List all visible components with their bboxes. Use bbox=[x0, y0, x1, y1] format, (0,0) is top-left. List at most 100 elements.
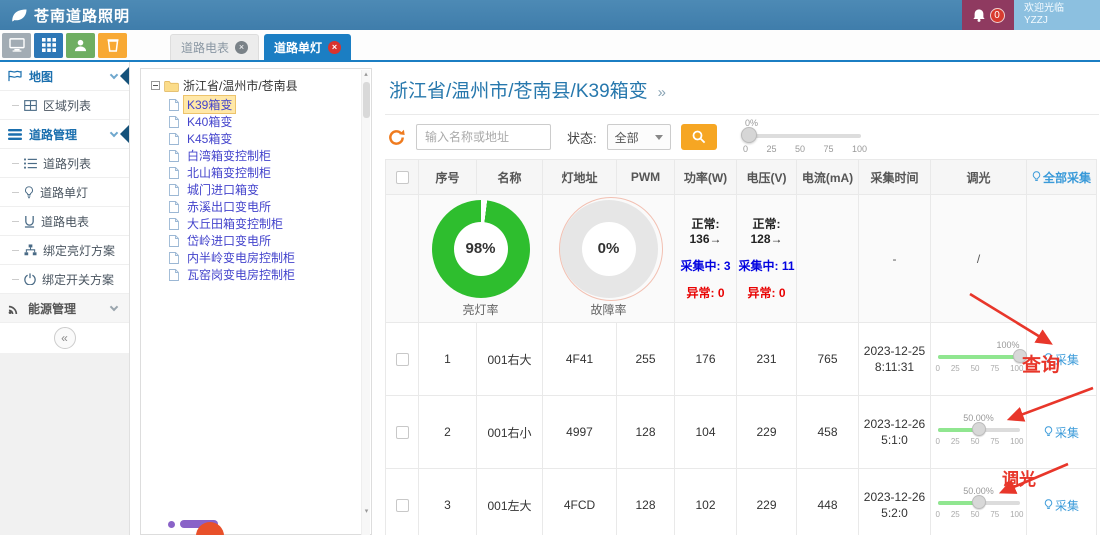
row-checkbox[interactable] bbox=[396, 426, 409, 439]
file-icon bbox=[169, 252, 179, 264]
summary-checkbox-cell bbox=[385, 195, 419, 323]
voltage-normal-stat: 正常: 128→ bbox=[750, 217, 782, 247]
pwm-cell: 255 bbox=[617, 323, 675, 396]
bulb-icon bbox=[1044, 499, 1053, 511]
tree-item[interactable]: 白湾箱变控制柜 bbox=[169, 147, 361, 164]
sidebar-collapse-button[interactable]: « bbox=[54, 327, 76, 349]
pwm-cell: 128 bbox=[617, 396, 675, 469]
header-power: 功率(W) bbox=[675, 159, 737, 195]
dim-slider-track[interactable] bbox=[938, 355, 1020, 359]
bulb-icon bbox=[1044, 426, 1053, 438]
master-slider-track[interactable] bbox=[743, 134, 861, 138]
status-select[interactable]: 全部 bbox=[607, 124, 671, 150]
monitor-button[interactable] bbox=[2, 33, 31, 58]
tree-scrollbar[interactable]: ▴ ▾ bbox=[361, 70, 370, 535]
power-icon bbox=[24, 273, 36, 285]
search-input[interactable] bbox=[416, 124, 551, 150]
tree-item[interactable]: K40箱变 bbox=[169, 113, 361, 130]
active-triangle-marker bbox=[120, 125, 129, 143]
scroll-down-icon[interactable]: ▾ bbox=[362, 507, 371, 515]
row-checkbox-cell bbox=[385, 323, 419, 396]
table-row: 3 001左大 4FCD 128 102 229 448 2023-12-265… bbox=[385, 469, 1099, 535]
sidebar-item-road-management[interactable]: 道路管理 bbox=[0, 120, 129, 149]
search-button[interactable] bbox=[681, 124, 717, 150]
header-name: 名称 bbox=[477, 159, 543, 195]
breadcrumb-arrow[interactable]: » bbox=[658, 84, 666, 101]
sitemap-icon bbox=[24, 244, 37, 256]
sidebar-item-region-list[interactable]: 区域列表 bbox=[0, 91, 129, 120]
scroll-thumb[interactable] bbox=[363, 82, 370, 118]
tab-label: 道路单灯 bbox=[274, 39, 322, 56]
sidebar-item-road-meter[interactable]: 道路电表 bbox=[0, 207, 129, 236]
caret-down-icon bbox=[655, 135, 663, 140]
dim-slider-handle[interactable] bbox=[1013, 349, 1027, 363]
dim-cell: 50.00% 0255075100 bbox=[931, 396, 1027, 469]
tree-item[interactable]: 城门进口箱变 bbox=[169, 181, 361, 198]
purple-dot-decoration bbox=[168, 521, 175, 528]
tree-item[interactable]: 岱岭进口变电所 bbox=[169, 232, 361, 249]
file-icon bbox=[169, 218, 179, 230]
refresh-icon[interactable] bbox=[387, 128, 406, 147]
tree-item[interactable]: K39箱变 bbox=[169, 96, 361, 113]
master-slider-handle[interactable] bbox=[741, 127, 757, 143]
notifications-button[interactable]: 0 bbox=[962, 0, 1014, 30]
fault-donut-outline bbox=[559, 197, 663, 301]
lighting-rate-cell: 98% 亮灯率 bbox=[419, 195, 543, 323]
tree-item[interactable]: 内半岭变电房控制柜 bbox=[169, 249, 361, 266]
collect-all-button[interactable]: 全部采集 bbox=[1032, 169, 1091, 186]
tree-item[interactable]: 赤溪出口变电所 bbox=[169, 198, 361, 215]
user-button[interactable] bbox=[66, 33, 95, 58]
dim-slider-handle[interactable] bbox=[972, 495, 986, 509]
map-flag-icon bbox=[8, 70, 22, 82]
tab-close-icon[interactable]: × bbox=[328, 41, 341, 54]
tab-road-single-lamp[interactable]: 道路单灯 × bbox=[264, 34, 351, 60]
dim-slider-ticks: 0255075100 bbox=[936, 510, 1024, 519]
sidebar-item-bind-lighting-plan[interactable]: 绑定亮灯方案 bbox=[0, 236, 129, 265]
dim-slider[interactable]: 50.00% 0255075100 bbox=[938, 488, 1020, 522]
tree-item[interactable]: K45箱变 bbox=[169, 130, 361, 147]
file-icon bbox=[169, 99, 179, 111]
sidebar-item-energy-management[interactable]: 能源管理 bbox=[0, 294, 129, 323]
dim-slider[interactable]: 50.00% 0255075100 bbox=[938, 415, 1020, 449]
row-checkbox[interactable] bbox=[396, 353, 409, 366]
trash-icon bbox=[107, 38, 119, 52]
fault-rate-donut: 0% bbox=[560, 200, 658, 298]
sidebar-item-road-list[interactable]: 道路列表 bbox=[0, 149, 129, 178]
master-dim-slider[interactable]: 0% 0255075100 bbox=[743, 118, 871, 158]
toolbar: 状态: 全部 0% 0255075100 bbox=[385, 115, 1099, 159]
power-collecting-stat: 采集中: 3 bbox=[680, 257, 730, 274]
trash-button[interactable] bbox=[98, 33, 127, 58]
current-cell: 448 bbox=[797, 469, 859, 535]
collect-button[interactable]: 采集 bbox=[1044, 351, 1079, 368]
collect-button[interactable]: 采集 bbox=[1044, 497, 1079, 514]
lighting-rate-label: 亮灯率 bbox=[462, 301, 498, 318]
dim-slider[interactable]: 100% 0255075100 bbox=[938, 342, 1020, 376]
collapse-minus-icon[interactable] bbox=[151, 81, 160, 90]
grid-button[interactable] bbox=[34, 33, 63, 58]
tab-close-icon[interactable]: × bbox=[235, 41, 248, 54]
user-welcome[interactable]: 欢迎光临 YZZJ bbox=[1014, 0, 1100, 30]
file-icon bbox=[169, 184, 179, 196]
table-row: 2 001右小 4997 128 104 229 458 2023-12-265… bbox=[385, 396, 1099, 469]
tree-root[interactable]: 浙江省/温州市/苍南县 bbox=[151, 77, 361, 94]
username: YZZJ bbox=[1024, 15, 1100, 27]
collect-button[interactable]: 采集 bbox=[1044, 424, 1079, 441]
master-slider-ticks: 0255075100 bbox=[743, 144, 867, 154]
tree-item[interactable]: 北山箱变控制柜 bbox=[169, 164, 361, 181]
dim-slider-ticks: 0255075100 bbox=[936, 364, 1024, 373]
tree-children: K39箱变 K40箱变 K45箱变 白湾箱变控制柜 北山箱变控制柜 bbox=[169, 96, 361, 283]
file-icon bbox=[169, 133, 179, 145]
tree-item[interactable]: 瓦窑岗变电房控制柜 bbox=[169, 266, 361, 283]
welcome-text: 欢迎光临 bbox=[1024, 3, 1100, 15]
tree-item[interactable]: 大丘田箱变控制柜 bbox=[169, 215, 361, 232]
sidebar-item-map[interactable]: 地图 bbox=[0, 62, 129, 91]
sidebar-item-road-single-lamp[interactable]: 道路单灯 bbox=[0, 178, 129, 207]
tab-road-meter[interactable]: 道路电表 × bbox=[170, 34, 259, 60]
scroll-up-icon[interactable]: ▴ bbox=[364, 71, 368, 78]
dim-slider-handle[interactable] bbox=[972, 422, 986, 436]
meter-icon bbox=[24, 215, 35, 228]
sidebar-item-bind-switch-plan[interactable]: 绑定开关方案 bbox=[0, 265, 129, 294]
select-all-checkbox[interactable] bbox=[396, 171, 409, 184]
sidebar-item-label: 绑定亮灯方案 bbox=[43, 242, 115, 259]
row-checkbox[interactable] bbox=[396, 499, 409, 512]
